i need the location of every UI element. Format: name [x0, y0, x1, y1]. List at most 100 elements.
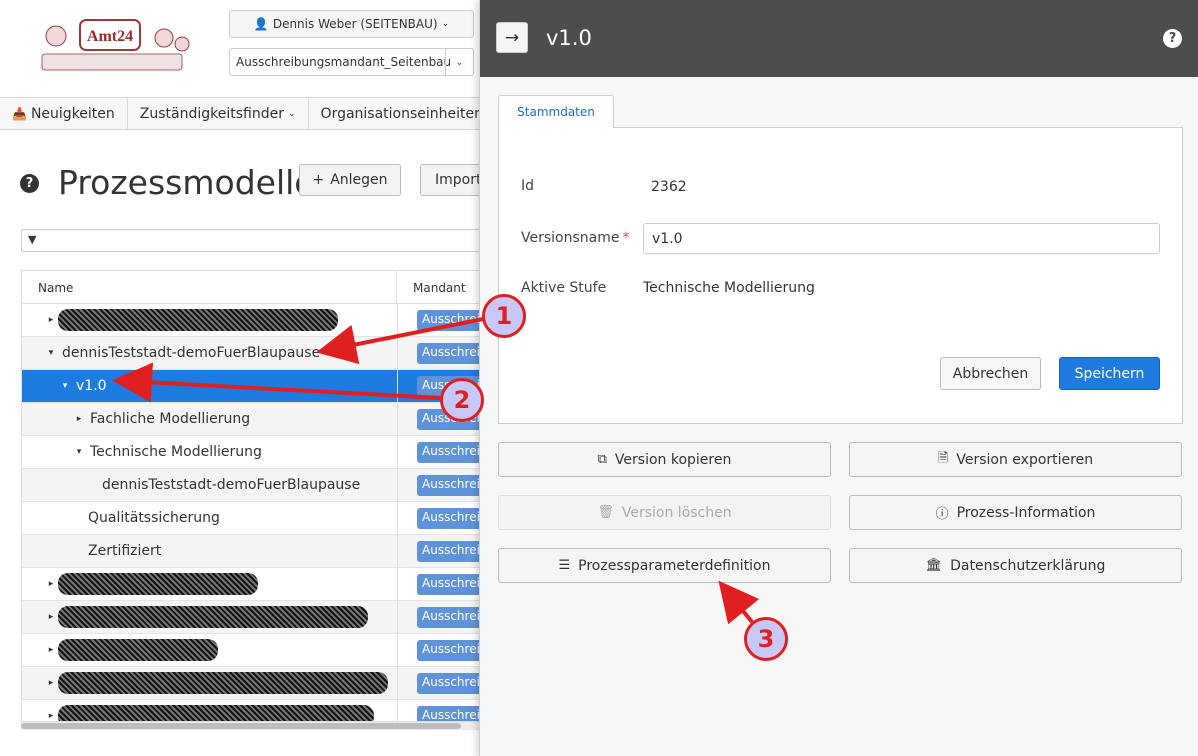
tab-stammdaten[interactable]: Stammdaten	[498, 95, 614, 128]
expand-icon[interactable]: ▸	[72, 414, 86, 424]
nav-item-neuigkeiten[interactable]: 📥 Neuigkeiten	[0, 98, 128, 129]
column-header-mandant[interactable]: Mandant	[397, 271, 482, 303]
table-header: Name Mandant	[22, 271, 490, 304]
export-version-button[interactable]: 🗎 Version exportieren	[849, 442, 1182, 477]
row-label: Fachliche Modellierung	[90, 411, 251, 427]
logo-text: Amt24	[87, 28, 133, 45]
main-navbar: 📥 Neuigkeiten Zuständigkeitsfinder ⌄ Org…	[0, 97, 508, 130]
collapse-icon[interactable]: ▾	[44, 348, 58, 358]
versionsname-input[interactable]	[643, 223, 1160, 254]
cancel-button[interactable]: Abbrechen	[940, 357, 1041, 390]
table-row[interactable]: Zertifiziert Ausschreibungsmandant	[22, 535, 490, 568]
arrow-right-icon: →	[504, 27, 520, 48]
filter-input[interactable]: ▼	[21, 229, 491, 252]
table-row[interactable]: ▸ Ausschreibungsmandant	[22, 601, 490, 634]
aktive-stufe-value: Technische Modellierung	[643, 280, 815, 296]
version-detail-panel: → v1.0 ? Stammdaten Id 2362 Versionsname…	[479, 0, 1198, 756]
process-info-button[interactable]: ⓘ Prozess-Information	[849, 495, 1182, 530]
logo-illustration: Amt24	[41, 19, 190, 71]
table-row[interactable]: ▸ Ausschreibungsmandant	[22, 568, 490, 601]
table-row[interactable]: ▾ Technische Modellierung Ausschreibungs…	[22, 436, 490, 469]
help-icon[interactable]: ?	[20, 174, 39, 193]
inbox-icon: 📥	[12, 106, 27, 121]
filter-icon: ▼	[28, 233, 37, 246]
row-label: Technische Modellierung	[90, 444, 262, 460]
redacted-text	[58, 309, 338, 331]
mandant-value: Ausschreibungsmandant_Seitenbau	[236, 55, 452, 69]
privacy-statement-label: Datenschutzerklärung	[950, 557, 1106, 574]
privacy-statement-button[interactable]: 🏛 Datenschutzerklärung	[849, 548, 1182, 583]
required-marker: *	[622, 230, 630, 246]
table-row[interactable]: ▸ Ausschreibungsmandant	[22, 634, 490, 667]
table-row-selected[interactable]: ▾ v1.0 Ausschreibungsmandant	[22, 370, 490, 403]
expand-icon[interactable]: ▸	[44, 645, 58, 655]
copy-version-label: Version kopieren	[614, 451, 732, 468]
table-row[interactable]: ▸ Fachliche Modellierung Ausschreibungsm…	[22, 403, 490, 436]
delete-version-label: Version löschen	[621, 504, 732, 521]
redacted-text	[58, 639, 218, 661]
expand-icon[interactable]: ▸	[44, 579, 58, 589]
aktive-stufe-label: Aktive Stufe	[521, 280, 607, 296]
table-row[interactable]: ▸ Ausschreibungsmandant	[22, 304, 490, 337]
id-label: Id	[521, 178, 535, 194]
close-panel-button[interactable]: →	[496, 22, 528, 53]
copy-icon: ⧉	[597, 452, 607, 467]
table-row[interactable]: dennisTeststadt-demoFuerBlaupause Aussch…	[22, 469, 490, 502]
horizontal-scrollbar[interactable]	[21, 722, 491, 730]
nav-item-label: Neuigkeiten	[30, 105, 115, 122]
panel-header: → v1.0 ?	[480, 0, 1198, 77]
institution-icon: 🏛	[925, 558, 943, 573]
row-label: v1.0	[76, 378, 107, 394]
nav-item-label: Organisationseinheiten	[320, 105, 484, 122]
list-icon: ☰	[558, 558, 571, 573]
user-menu-button[interactable]: 👤 Dennis Weber (SEITENBAU) ⌄	[229, 10, 474, 38]
row-label: dennisTeststadt-demoFuerBlaupause	[62, 345, 321, 361]
table-row[interactable]: ▸ Ausschreibungsmandant	[22, 700, 490, 721]
process-tree-table: Name Mandant ▸ Ausschreibungsmandant ▾ d…	[21, 270, 491, 722]
delete-version-button[interactable]: 🗑 Version löschen	[498, 495, 831, 530]
expand-icon[interactable]: ▸	[44, 612, 58, 622]
plus-icon: +	[312, 172, 325, 188]
expand-icon[interactable]: ▸	[44, 678, 58, 688]
save-button[interactable]: Speichern	[1059, 357, 1160, 390]
expand-icon[interactable]: ▸	[44, 711, 58, 721]
mandant-select[interactable]: Ausschreibungsmandant_Seitenbau ⌄	[229, 48, 474, 76]
collapse-icon[interactable]: ▾	[58, 381, 72, 391]
nav-item-organisationseinheiten[interactable]: Organisationseinheiten ⌄	[309, 98, 508, 129]
collapse-icon[interactable]: ▾	[72, 447, 86, 457]
copy-version-button[interactable]: ⧉ Version kopieren	[498, 442, 831, 477]
nav-item-label: Zuständigkeitsfinder	[139, 105, 284, 122]
user-name: Dennis Weber (SEITENBAU)	[272, 17, 438, 31]
scrollbar-thumb[interactable]	[21, 723, 461, 729]
redacted-text	[58, 705, 374, 721]
versionsname-label: Versionsname *	[521, 230, 629, 246]
redacted-text	[58, 573, 258, 595]
column-header-name[interactable]: Name	[22, 271, 397, 303]
panel-title: v1.0	[546, 26, 592, 50]
expand-icon[interactable]: ▸	[44, 315, 58, 325]
help-icon[interactable]: ?	[1163, 29, 1182, 48]
amt24-logo[interactable]: Amt24	[36, 14, 196, 78]
chevron-down-icon[interactable]: ⌄	[445, 49, 473, 75]
info-icon: ⓘ	[935, 507, 949, 522]
redacted-text	[58, 606, 368, 628]
export-version-label: Version exportieren	[956, 451, 1094, 468]
process-info-label: Prozess-Information	[956, 504, 1096, 521]
process-parameter-button[interactable]: ☰ Prozessparameterdefinition	[498, 548, 831, 583]
file-export-icon: 🗎	[937, 450, 949, 466]
screen: Amt24 👤 Dennis Weber (SEITENBAU) ⌄ Aussc…	[0, 0, 1198, 756]
redacted-text	[58, 672, 388, 694]
stammdaten-form: Id 2362 Versionsname* Aktive Stufe Techn…	[498, 127, 1183, 424]
anlegen-button[interactable]: + Anlegen	[299, 164, 401, 196]
chevron-down-icon: ⌄	[288, 108, 296, 119]
anlegen-label: Anlegen	[330, 172, 388, 188]
user-icon: 👤	[253, 17, 269, 31]
versionsname-label-text: Versionsname	[521, 230, 620, 246]
row-label: Qualitätssicherung	[88, 510, 220, 526]
annotation-marker-3: 3	[744, 617, 788, 661]
table-row[interactable]: ▾ dennisTeststadt-demoFuerBlaupause Auss…	[22, 337, 490, 370]
table-row[interactable]: Qualitätssicherung Ausschreibungsmandant	[22, 502, 490, 535]
table-row[interactable]: ▸ Ausschreibungsmandant	[22, 667, 490, 700]
nav-item-zustaendigkeitsfinder[interactable]: Zuständigkeitsfinder ⌄	[128, 98, 309, 129]
annotation-marker-1: 1	[482, 294, 526, 338]
